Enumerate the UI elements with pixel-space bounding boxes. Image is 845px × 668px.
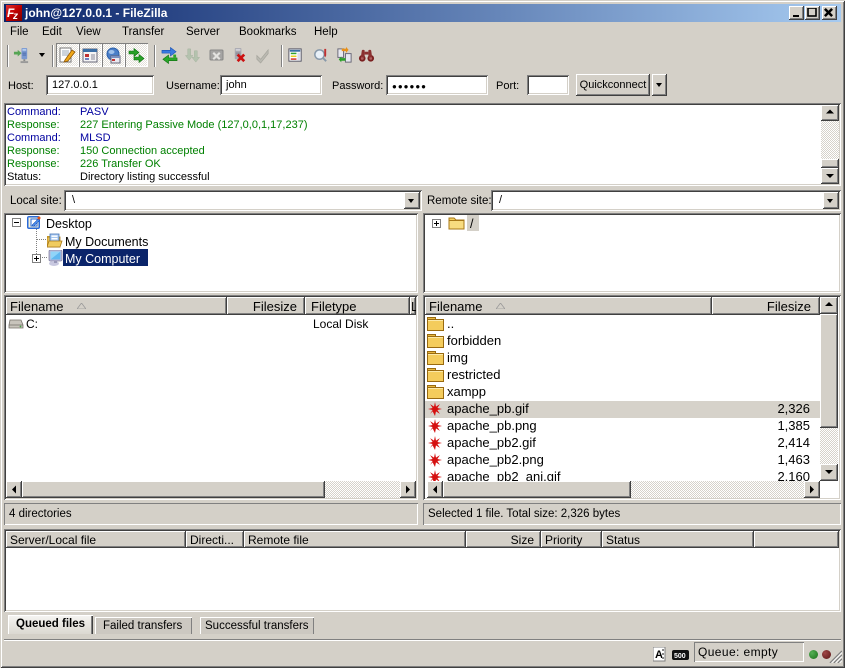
svg-text:z: z <box>12 11 18 21</box>
svg-text:A: A <box>655 649 663 661</box>
svg-text:500: 500 <box>674 653 686 660</box>
